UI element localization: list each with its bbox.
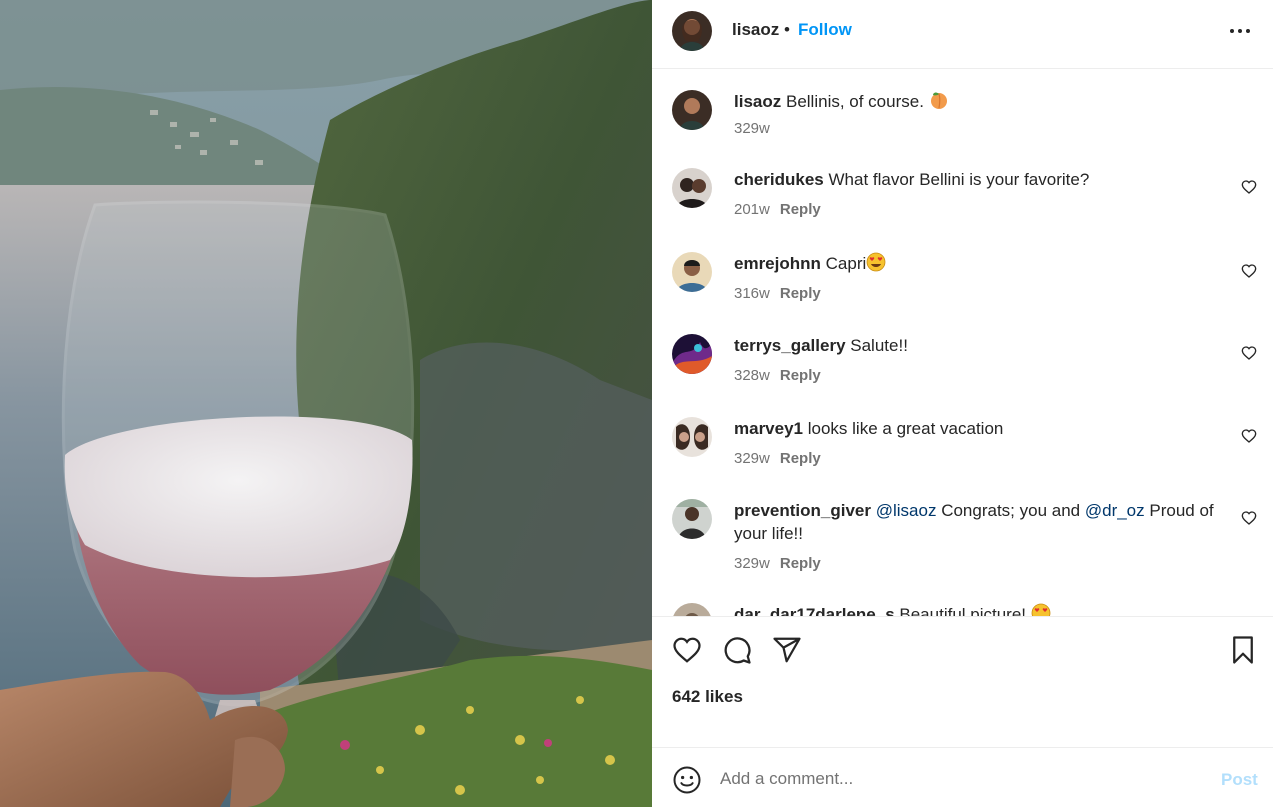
author-username[interactable]: lisaoz (732, 20, 779, 40)
comment-body: Capri (825, 254, 867, 273)
reply-button[interactable]: Reply (780, 201, 821, 218)
comment-body: What flavor Bellini is your favorite? (828, 170, 1090, 189)
comment-time: 328w (734, 367, 770, 384)
like-comment-heart-icon[interactable] (1241, 179, 1257, 195)
post-actions: 642 likes (652, 616, 1273, 747)
author-avatar[interactable] (672, 11, 712, 51)
comment-username[interactable]: emrejohnn (734, 254, 821, 273)
comment-username[interactable]: terrys_gallery (734, 336, 846, 355)
caption-text: lisaoz Bellinis, of course. (734, 90, 1224, 113)
commenter-avatar[interactable] (672, 252, 712, 292)
caption-username[interactable]: lisaoz (734, 92, 781, 111)
comment-text: marvey1 looks like a great vacation (734, 417, 1224, 440)
comment-time: 329w (734, 555, 770, 572)
reply-button[interactable]: Reply (780, 450, 821, 467)
comments-list[interactable]: lisaoz Bellinis, of course. 329w cheridu… (652, 70, 1273, 616)
comment-time: 316w (734, 285, 770, 302)
post-comment-button[interactable]: Post (1221, 770, 1258, 790)
comment-body: Beautiful picture! (899, 605, 1027, 616)
more-options-icon[interactable] (1228, 19, 1252, 43)
heart-eyes-emoji-icon (866, 252, 886, 272)
save-bookmark-icon[interactable] (1228, 635, 1258, 665)
comment-input[interactable] (720, 764, 1200, 794)
commenter-avatar[interactable] (672, 499, 712, 539)
comment-composer: Post (652, 747, 1273, 807)
mention-link[interactable]: @dr_oz (1085, 501, 1145, 520)
comment-text: cheridukes What flavor Bellini is your f… (734, 168, 1224, 191)
comment-meta: 201w Reply (734, 201, 821, 218)
comment-username[interactable]: cheridukes (734, 170, 824, 189)
comment-time: 201w (734, 201, 770, 218)
commenter-avatar[interactable] (672, 417, 712, 457)
comment-body: looks like a great vacation (807, 419, 1004, 438)
peach-emoji-icon (930, 92, 947, 109)
commenter-avatar[interactable] (672, 603, 712, 616)
post-photo[interactable] (0, 0, 652, 807)
comment-time: 329w (734, 450, 770, 467)
share-paper-plane-icon[interactable] (772, 635, 802, 665)
bellini-glass-photo (0, 0, 652, 807)
comment-username[interactable]: prevention_giver (734, 501, 871, 520)
reply-button[interactable]: Reply (780, 555, 821, 572)
reply-button[interactable]: Reply (780, 367, 821, 384)
comment-body: Congrats; you and (941, 501, 1081, 520)
caption-meta: 329w (734, 120, 770, 137)
comment-bubble-icon[interactable] (722, 635, 752, 665)
follow-button[interactable]: Follow (798, 20, 852, 40)
caption-avatar[interactable] (672, 90, 712, 130)
commenter-avatar[interactable] (672, 168, 712, 208)
like-comment-heart-icon[interactable] (1241, 428, 1257, 444)
like-comment-heart-icon[interactable] (1241, 510, 1257, 526)
comment-meta: 316w Reply (734, 285, 821, 302)
comment-text: emrejohnn Capri (734, 252, 1224, 275)
comment-meta: 328w Reply (734, 367, 821, 384)
commenter-avatar[interactable] (672, 334, 712, 374)
caption-body: Bellinis, of course. (785, 92, 924, 111)
comment-username[interactable]: dar_dar17darlene_s (734, 605, 895, 616)
comment-body: Salute!! (850, 336, 908, 355)
comment-text: dar_dar17darlene_s Beautiful picture! (734, 603, 1224, 616)
mention-link[interactable]: @lisaoz (876, 501, 937, 520)
reply-button[interactable]: Reply (780, 285, 821, 302)
comment-text: terrys_gallery Salute!! (734, 334, 1224, 357)
comment-meta: 329w Reply (734, 450, 821, 467)
comment-text: prevention_giver @lisaoz Congrats; you a… (734, 499, 1224, 545)
like-comment-heart-icon[interactable] (1241, 263, 1257, 279)
like-heart-icon[interactable] (672, 635, 702, 665)
separator-dot: • (784, 20, 790, 39)
emoji-picker-icon[interactable] (672, 765, 702, 795)
comment-meta: 329w Reply (734, 555, 821, 572)
caption-time: 329w (734, 120, 770, 137)
likes-count[interactable]: 642 likes (672, 687, 743, 707)
post-header: lisaoz • Follow (652, 0, 1273, 69)
comment-username[interactable]: marvey1 (734, 419, 803, 438)
like-comment-heart-icon[interactable] (1241, 345, 1257, 361)
heart-eyes-emoji-icon (1031, 603, 1051, 616)
post-details-panel: lisaoz • Follow lisaoz Bellinis, of cour… (652, 0, 1273, 807)
